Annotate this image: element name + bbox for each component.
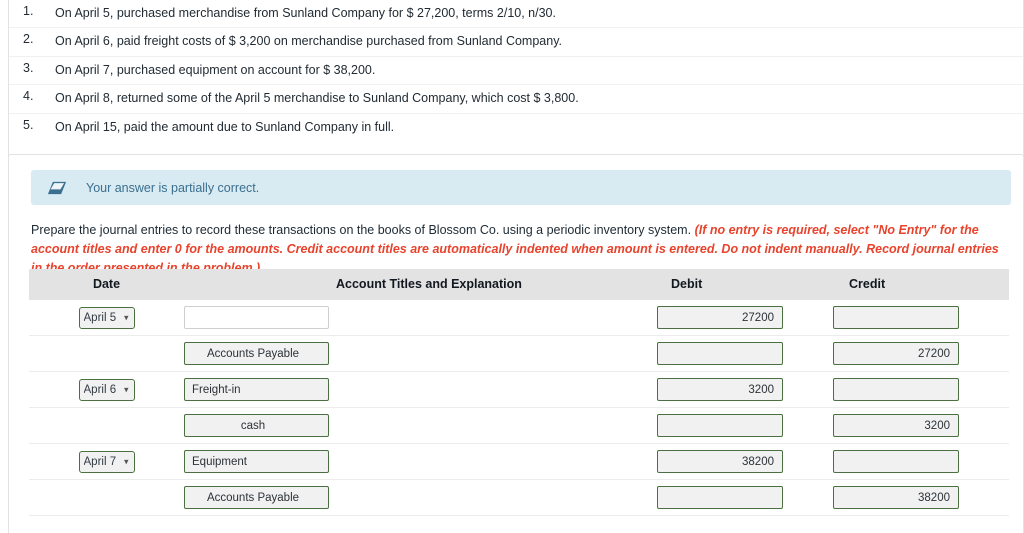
journal-date-cell: April 5April 6April 7April 8April 15▾ <box>29 372 184 408</box>
transaction-number: 2. <box>23 32 34 47</box>
journal-row <box>29 480 1009 516</box>
journal-account-cell <box>184 300 657 336</box>
journal-credit-cell <box>833 300 1009 336</box>
journal-debit-cell <box>657 480 833 516</box>
transaction-text: On April 7, purchased equipment on accou… <box>55 62 376 77</box>
journal-account-cell <box>184 408 657 444</box>
question-card: Your answer is partially correct. Prepar… <box>8 154 1024 533</box>
credit-amount-input[interactable] <box>833 486 959 509</box>
journal-row <box>29 408 1009 444</box>
date-select-wrapper: April 5April 6April 7April 8April 15▾ <box>78 450 135 473</box>
journal-credit-cell <box>833 372 1009 408</box>
journal-account-cell <box>184 444 657 480</box>
journal-debit-cell <box>657 444 833 480</box>
transaction-text: On April 6, paid freight costs of $ 3,20… <box>55 34 563 49</box>
date-select-wrapper: April 5April 6April 7April 8April 15▾ <box>78 306 135 329</box>
account-title-input[interactable] <box>184 486 329 509</box>
journal-row: April 5April 6April 7April 8April 15▾ <box>29 372 1009 408</box>
account-title-input[interactable] <box>184 306 329 329</box>
account-title-input[interactable] <box>184 414 329 437</box>
account-title-input[interactable] <box>184 378 329 401</box>
date-select[interactable]: April 5April 6April 7April 8April 15 <box>78 450 135 473</box>
journal-date-cell <box>29 336 184 372</box>
credit-amount-input[interactable] <box>833 414 959 437</box>
journal-date-cell: April 5April 6April 7April 8April 15▾ <box>29 300 184 336</box>
transaction-row: 4. On April 8, returned some of the April… <box>9 85 1023 113</box>
status-banner: Your answer is partially correct. <box>31 170 1011 205</box>
account-title-input[interactable] <box>184 450 329 473</box>
transactions-card: 1. On April 5, purchased merchandise from… <box>8 0 1024 160</box>
journal-date-cell <box>29 408 184 444</box>
journal-account-cell <box>184 336 657 372</box>
transaction-row: 3. On April 7, purchased equipment on acc… <box>9 56 1023 85</box>
credit-amount-input[interactable] <box>833 450 959 473</box>
debit-amount-input[interactable] <box>657 414 783 437</box>
column-header-debit: Debit <box>657 269 833 300</box>
eraser-icon <box>47 181 67 194</box>
journal-account-cell <box>184 480 657 516</box>
journal-debit-cell <box>657 300 833 336</box>
credit-amount-input[interactable] <box>833 378 959 401</box>
status-message: Your answer is partially correct. <box>86 180 260 195</box>
transaction-row: 1. On April 5, purchased merchandise from… <box>9 0 1023 28</box>
journal-row <box>29 336 1009 372</box>
instructions-main: Prepare the journal entries to record th… <box>31 223 692 237</box>
transaction-text: On April 5, purchased merchandise from S… <box>55 6 556 20</box>
journal-date-cell: April 5April 6April 7April 8April 15▾ <box>29 444 184 480</box>
transaction-row: 5. On April 15, paid the amount due to Su… <box>9 113 1023 141</box>
journal-header-row: Date Account Titles and Explanation Debi… <box>29 269 1009 300</box>
debit-amount-input[interactable] <box>657 342 783 365</box>
journal-row: April 5April 6April 7April 8April 15▾ <box>29 444 1009 480</box>
transaction-number: 1. <box>23 4 34 18</box>
column-header-account: Account Titles and Explanation <box>184 269 657 300</box>
journal-debit-cell <box>657 408 833 444</box>
journal-account-cell <box>184 372 657 408</box>
transaction-row: 2. On April 6, paid freight costs of $ 3,… <box>9 28 1023 57</box>
journal-debit-cell <box>657 336 833 372</box>
transaction-number: 5. <box>23 117 34 132</box>
transactions-list: 1. On April 5, purchased merchandise from… <box>9 0 1023 141</box>
journal-credit-cell <box>833 336 1009 372</box>
journal-credit-cell <box>833 408 1009 444</box>
transaction-number: 3. <box>23 60 34 75</box>
date-select[interactable]: April 5April 6April 7April 8April 15 <box>78 306 135 329</box>
transaction-text: On April 8, returned some of the April 5… <box>55 91 579 106</box>
debit-amount-input[interactable] <box>657 306 783 329</box>
journal-entry-table: Date Account Titles and Explanation Debi… <box>29 269 1009 516</box>
debit-amount-input[interactable] <box>657 378 783 401</box>
journal-debit-cell <box>657 372 833 408</box>
debit-amount-input[interactable] <box>657 486 783 509</box>
account-title-input[interactable] <box>184 342 329 365</box>
debit-amount-input[interactable] <box>657 450 783 473</box>
column-header-credit: Credit <box>833 269 1009 300</box>
journal-credit-cell <box>833 444 1009 480</box>
date-select[interactable]: April 5April 6April 7April 8April 15 <box>78 378 135 401</box>
transaction-text: On April 15, paid the amount due to Sunl… <box>55 119 395 134</box>
column-header-date: Date <box>29 269 184 300</box>
journal-date-cell <box>29 480 184 516</box>
credit-amount-input[interactable] <box>833 342 959 365</box>
journal-credit-cell <box>833 480 1009 516</box>
date-select-wrapper: April 5April 6April 7April 8April 15▾ <box>78 378 135 401</box>
journal-row: April 5April 6April 7April 8April 15▾ <box>29 300 1009 336</box>
credit-amount-input[interactable] <box>833 306 959 329</box>
transaction-number: 4. <box>23 89 34 104</box>
